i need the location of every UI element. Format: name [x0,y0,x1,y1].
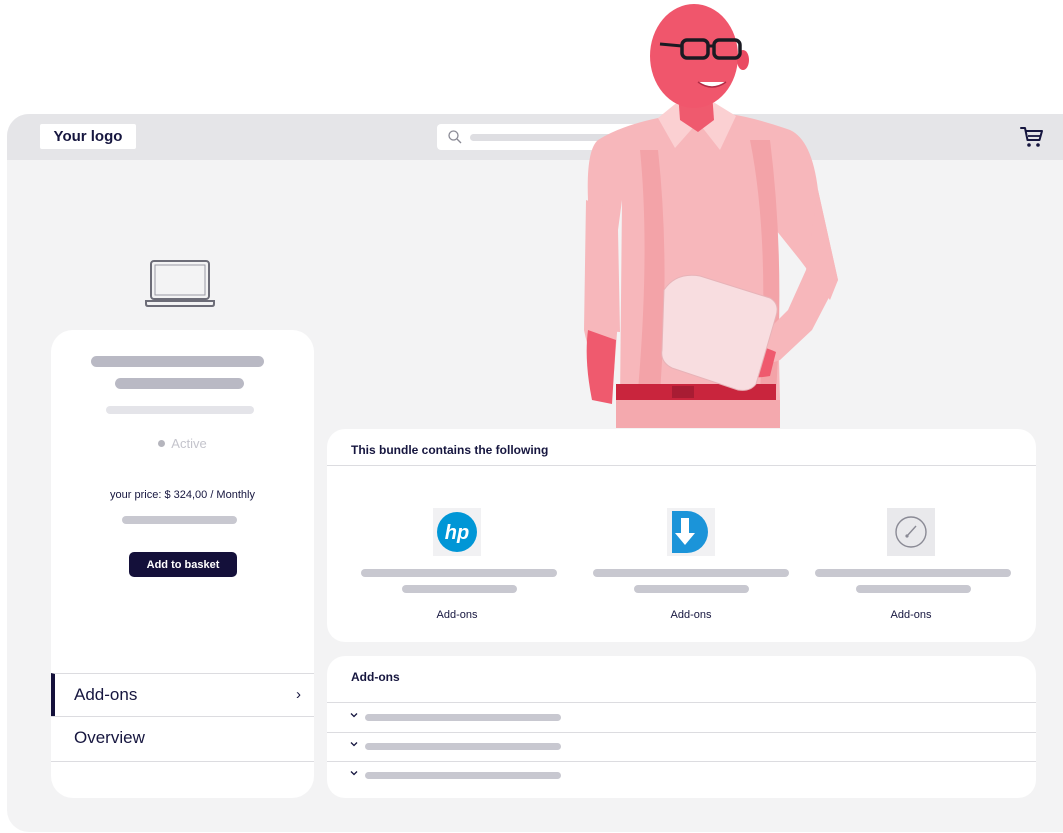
bundle-item-gauge[interactable]: Add-ons [811,508,1011,633]
laptop-icon [145,260,215,307]
bundle-item-download[interactable]: Add-ons [591,508,791,633]
chevron-down-icon [350,771,358,776]
side-nav-item-overview[interactable]: Overview [51,716,314,759]
side-nav-label: Add-ons [74,685,138,704]
side-nav-item-addons[interactable]: Add-ons › [51,673,314,716]
addons-title: Add-ons [351,670,400,684]
gauge-icon [887,508,935,556]
status-dot [158,440,166,447]
title-placeholder [91,356,264,367]
nav-divider [51,761,314,762]
app-window: Your logo Active your price: $ 324,00 / … [7,114,1063,832]
brand-logo[interactable]: Your logo [40,124,136,149]
addons-card: Add-ons [327,656,1036,798]
bundle-title: This bundle contains the following [351,443,549,457]
item-placeholder [634,585,749,593]
price-text: your price: $ 324,00 / Monthly [110,489,255,501]
chevron-right-icon: › [296,686,301,703]
chevron-down-icon [350,713,358,718]
row-placeholder [365,743,561,750]
subtitle-placeholder [115,378,244,389]
person-photo [584,4,838,428]
item-placeholder [856,585,971,593]
svg-text:hp: hp [445,522,469,544]
price-note-placeholder [122,516,237,524]
accordion-row[interactable] [327,703,1036,732]
bundle-divider [327,465,1036,466]
product-card: Active your price: $ 324,00 / Monthly Ad… [51,330,314,798]
accordion-row[interactable] [327,732,1036,761]
chevron-down-icon [350,742,358,747]
status-label: Active [171,436,207,451]
search-icon [448,130,462,144]
item-placeholder [815,569,1011,577]
bundle-item-label: Add-ons [436,609,478,621]
item-placeholder [593,569,789,577]
side-nav-label: Overview [74,728,145,747]
status-badge: Active [51,436,314,451]
item-placeholder [361,569,557,577]
description-placeholder [106,406,254,414]
row-placeholder [365,714,561,721]
hp-logo-icon: hp [433,508,481,556]
top-bar: Your logo [7,114,1063,160]
bundle-item-hp[interactable]: hp Add-ons [357,508,557,633]
accordion-row[interactable] [327,761,1036,790]
cart-icon[interactable] [1020,126,1044,148]
bundle-card: This bundle contains the following hp Ad… [327,429,1036,642]
bundle-item-label: Add-ons [890,609,932,621]
download-arrow-icon [667,508,715,556]
add-to-basket-button[interactable]: Add to basket [129,552,237,577]
item-placeholder [402,585,517,593]
row-placeholder [365,772,561,779]
bundle-item-label: Add-ons [670,609,712,621]
